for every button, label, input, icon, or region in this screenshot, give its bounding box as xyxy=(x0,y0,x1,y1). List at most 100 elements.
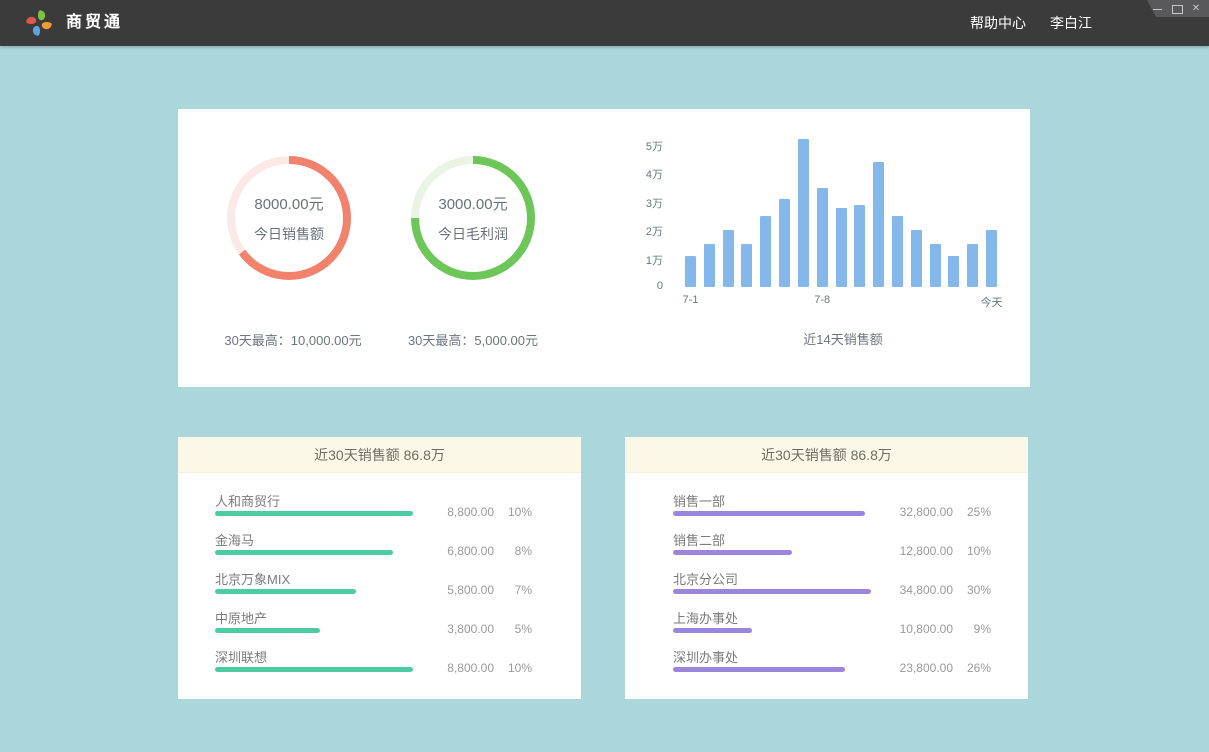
department-ranking-card: 近30天销售额 86.8万 销售一部 32,800.00 25% 销售二部 12… xyxy=(625,437,1028,699)
row-values: 3,800.00 5% xyxy=(424,622,532,636)
progress-track xyxy=(215,628,413,633)
sales-amount: 8,800.00 xyxy=(424,505,494,519)
progress-bar xyxy=(215,589,356,594)
today-sales-value: 8000.00元 xyxy=(254,193,323,214)
sales-bar xyxy=(854,205,865,287)
sales-percent: 7% xyxy=(494,583,532,597)
sales-bar xyxy=(948,256,959,287)
customer-ranking-card: 近30天销售额 86.8万 人和商贸行 8,800.00 10% 金海马 6,8… xyxy=(178,437,581,699)
department-name: 上海办事处 xyxy=(673,608,738,627)
progress-track xyxy=(673,628,871,633)
progress-bar xyxy=(215,550,393,555)
progress-track xyxy=(215,550,413,555)
customer-name: 人和商贸行 xyxy=(215,491,280,510)
customer-ranking-title: 近30天销售额 86.8万 xyxy=(178,437,581,473)
sales-bar xyxy=(798,139,809,287)
user-name-link[interactable]: 李白江 xyxy=(1050,13,1092,33)
progress-track xyxy=(673,511,871,516)
sales-percent: 10% xyxy=(953,544,991,558)
sales-chart-title: 近14天销售额 xyxy=(743,329,943,348)
title-bar: 商贸通 帮助中心 李白江 ✕ xyxy=(0,0,1209,46)
progress-track xyxy=(215,667,413,672)
sales-bars xyxy=(685,132,997,287)
customer-ranking-list: 人和商贸行 8,800.00 10% 金海马 6,800.00 8% 北京万象M… xyxy=(178,473,581,685)
sales-bar xyxy=(704,244,715,287)
list-item: 深圳办事处 23,800.00 26% xyxy=(673,646,991,685)
today-sales-30day-high: 30天最高：10,000.00元 xyxy=(193,330,393,349)
progress-bar xyxy=(673,589,871,594)
progress-bar xyxy=(673,550,792,555)
close-icon[interactable]: ✕ xyxy=(1191,4,1201,14)
sales-amount: 34,800.00 xyxy=(883,583,953,597)
sales-bar xyxy=(967,244,978,287)
row-values: 12,800.00 10% xyxy=(883,544,991,558)
today-profit-donut-center: 3000.00元 今日毛利润 xyxy=(419,164,527,272)
row-values: 23,800.00 26% xyxy=(883,661,991,675)
sales-percent: 9% xyxy=(953,622,991,636)
y-axis-tick: 0 xyxy=(603,280,663,292)
sales-percent: 8% xyxy=(494,544,532,558)
department-name: 销售二部 xyxy=(673,530,725,549)
list-item: 北京分公司 34,800.00 30% xyxy=(673,568,991,607)
row-values: 10,800.00 9% xyxy=(883,622,991,636)
sales-bar xyxy=(685,256,696,287)
sales-bar xyxy=(930,244,941,287)
customer-name: 深圳联想 xyxy=(215,647,267,666)
list-item: 销售二部 12,800.00 10% xyxy=(673,529,991,568)
today-profit-value: 3000.00元 xyxy=(438,193,507,214)
department-ranking-list: 销售一部 32,800.00 25% 销售二部 12,800.00 10% 北京… xyxy=(625,473,1028,685)
list-item: 金海马 6,800.00 8% xyxy=(215,529,532,568)
sales-bar xyxy=(911,230,922,287)
list-item: 北京万象MIX 5,800.00 7% xyxy=(215,568,532,607)
today-profit-label: 今日毛利润 xyxy=(438,224,508,244)
sales-bar xyxy=(892,216,903,287)
today-sales-donut-center: 8000.00元 今日销售额 xyxy=(235,164,343,272)
row-values: 6,800.00 8% xyxy=(424,544,532,558)
sales-amount: 5,800.00 xyxy=(424,583,494,597)
department-ranking-title: 近30天销售额 86.8万 xyxy=(625,437,1028,473)
sales-amount: 23,800.00 xyxy=(883,661,953,675)
sales-bar xyxy=(817,188,828,287)
sales-bar xyxy=(760,216,771,287)
app-title: 商贸通 xyxy=(66,0,123,46)
progress-bar xyxy=(215,667,413,672)
progress-bar xyxy=(673,667,845,672)
progress-track xyxy=(673,589,871,594)
today-sales-label: 今日销售额 xyxy=(254,224,324,244)
y-axis-tick: 3万 xyxy=(603,195,663,211)
list-item: 销售一部 32,800.00 25% xyxy=(673,490,991,529)
progress-track xyxy=(673,550,871,555)
minimize-icon[interactable] xyxy=(1153,4,1163,14)
row-values: 8,800.00 10% xyxy=(424,661,532,675)
progress-bar xyxy=(673,628,752,633)
department-name: 销售一部 xyxy=(673,491,725,510)
y-axis-tick: 5万 xyxy=(603,138,663,154)
list-item: 深圳联想 8,800.00 10% xyxy=(215,646,532,685)
y-axis-tick: 1万 xyxy=(603,252,663,268)
sales-percent: 10% xyxy=(494,505,532,519)
app-logo-pinwheel-icon xyxy=(24,8,54,38)
maximize-icon[interactable] xyxy=(1172,4,1182,14)
x-axis-tick: 今天 xyxy=(962,294,1022,310)
row-values: 32,800.00 25% xyxy=(883,505,991,519)
progress-bar xyxy=(215,628,320,633)
sales-amount: 10,800.00 xyxy=(883,622,953,636)
today-sales-donut-chart: 8000.00元 今日销售额 xyxy=(227,156,351,280)
sales-percent: 25% xyxy=(953,505,991,519)
row-values: 8,800.00 10% xyxy=(424,505,532,519)
department-name: 深圳办事处 xyxy=(673,647,738,666)
row-values: 34,800.00 30% xyxy=(883,583,991,597)
progress-bar xyxy=(673,511,865,516)
sales-percent: 30% xyxy=(953,583,991,597)
overview-card: 8000.00元 今日销售额 30天最高：10,000.00元 3000.00元… xyxy=(178,109,1030,387)
help-center-link[interactable]: 帮助中心 xyxy=(970,13,1026,33)
list-item: 中原地产 3,800.00 5% xyxy=(215,607,532,646)
sales-bar xyxy=(873,162,884,287)
progress-track xyxy=(215,589,413,594)
progress-track xyxy=(215,511,413,516)
sales-amount: 3,800.00 xyxy=(424,622,494,636)
progress-track xyxy=(673,667,871,672)
sales-bar xyxy=(723,230,734,287)
list-item: 人和商贸行 8,800.00 10% xyxy=(215,490,532,529)
customer-name: 北京万象MIX xyxy=(215,569,290,588)
